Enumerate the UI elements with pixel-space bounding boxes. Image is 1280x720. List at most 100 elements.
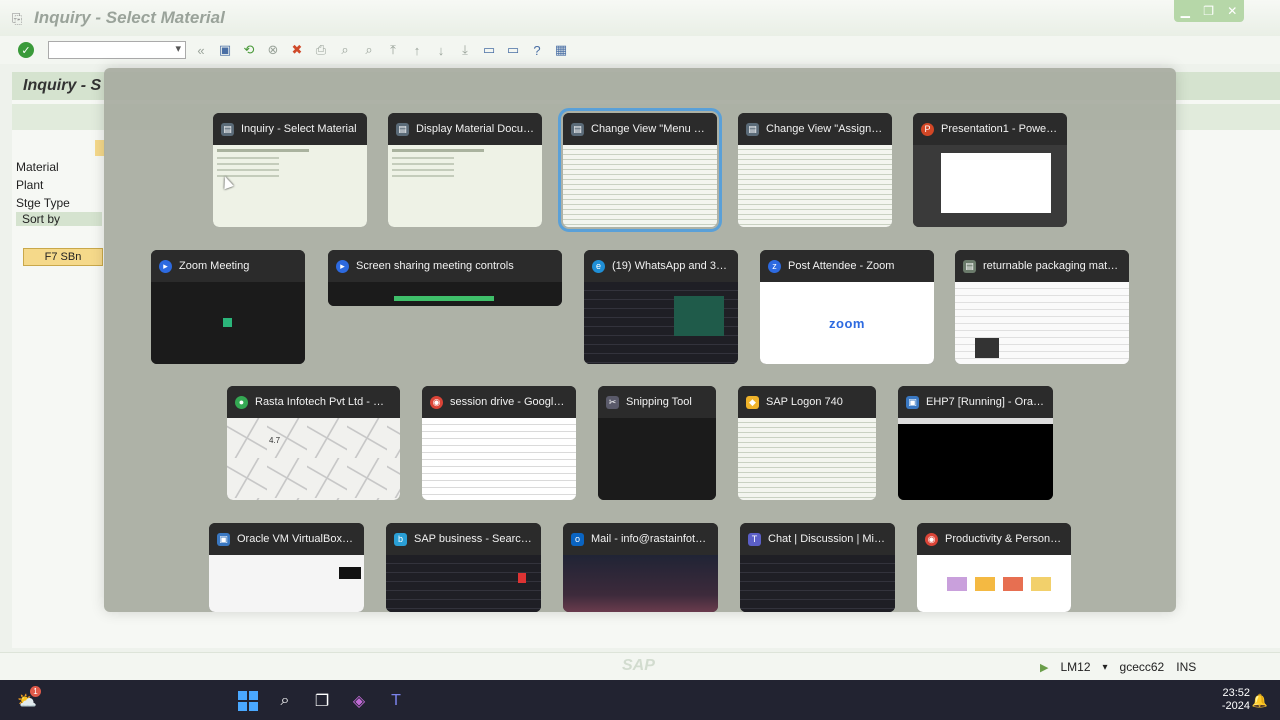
virtualbox-icon: ▣	[217, 532, 230, 546]
chrome-icon: ◉	[925, 532, 938, 546]
layout-menu-icon[interactable]: ▦	[552, 41, 570, 59]
window-thumbnail	[898, 418, 1053, 500]
clock-time: 23:52	[1222, 687, 1250, 699]
edge-icon: e	[592, 259, 605, 273]
window-card[interactable]: ▤ Display Material Docum...	[388, 113, 542, 227]
zoom-app-icon: z	[768, 259, 781, 273]
window-thumbnail	[917, 555, 1071, 612]
collapse-chevron-icon[interactable]: «	[192, 41, 210, 59]
windows-taskbar: ⛅ ⌕ ❐ ◈ T 23:52 -2024 🔔	[0, 680, 1280, 720]
sap-gui-icon: ▤	[746, 122, 759, 136]
window-card[interactable]: ▣ Oracle VM VirtualBox M...	[209, 523, 364, 612]
material-label: Material	[16, 160, 59, 174]
print-icon[interactable]: ⎙	[312, 41, 330, 59]
zoom-icon: ▸	[336, 259, 349, 273]
outlook-icon: o	[571, 532, 584, 546]
save-icon[interactable]: ▣	[216, 41, 234, 59]
window-card[interactable]: ▣ EHP7 [Running] - Oracle...	[898, 386, 1053, 500]
window-card[interactable]: ◉ Productivity & Personali...	[917, 523, 1071, 612]
window-card[interactable]: ▸ Zoom Meeting	[151, 250, 305, 364]
window-card[interactable]: ◉ session drive - Google...	[422, 386, 576, 500]
window-card[interactable]: ● Rasta Infotech Pvt Ltd - Goo... 4.7	[227, 386, 400, 500]
notifications-icon[interactable]: 🔔	[1249, 690, 1271, 712]
window-card[interactable]: ▸ Screen sharing meeting controls	[328, 250, 562, 306]
chrome-icon: ◉	[430, 395, 443, 409]
copilot-icon[interactable]: ◈	[348, 690, 370, 712]
transaction-code: LM12	[1060, 660, 1091, 674]
window-thumbnail	[598, 418, 716, 500]
window-card[interactable]: ◆ SAP Logon 740	[738, 386, 876, 500]
window-thumbnail	[563, 145, 717, 227]
window-card[interactable]: PPresentation1 - PowerPo...	[913, 113, 1067, 227]
enter-check-icon[interactable]: ✓	[18, 42, 34, 58]
window-thumbnail: 4.7	[227, 418, 400, 500]
window-card[interactable]: ✂ Snipping Tool	[598, 386, 716, 500]
sap-status-bar: SAP ▶ LM12 ▾ gcecc62 INS	[0, 652, 1280, 680]
teams-icon: T	[748, 532, 761, 546]
last-page-icon[interactable]: ⤓	[456, 41, 474, 59]
first-page-icon[interactable]: ⤒	[384, 41, 402, 59]
window-controls: ▁ ❐ ✕	[1174, 0, 1244, 22]
window-card-selected[interactable]: ▤ Change View "Menu Sel...	[558, 108, 722, 232]
window-thumbnail	[209, 555, 364, 612]
window-thumbnail	[422, 418, 576, 500]
clock-date: -2024	[1221, 700, 1250, 712]
find-icon[interactable]: ⌕	[336, 41, 354, 59]
minimize-icon[interactable]: ▁	[1181, 4, 1190, 18]
teams-taskbar-icon[interactable]: T	[385, 690, 407, 712]
window-thumbnail	[913, 145, 1067, 227]
window-thumbnail	[386, 555, 541, 612]
next-page-icon[interactable]: ↓	[432, 41, 450, 59]
window-thumbnail	[388, 145, 542, 227]
document-icon: ▤	[963, 259, 976, 273]
window-thumbnail	[328, 282, 562, 306]
start-button[interactable]	[237, 690, 259, 712]
window-thumbnail	[563, 555, 718, 612]
maps-icon: ●	[235, 395, 248, 409]
back-icon[interactable]: ⟲	[240, 41, 258, 59]
window-thumbnail	[213, 145, 367, 227]
clock[interactable]: 23:52 -2024	[1222, 687, 1250, 713]
shortcut-icon[interactable]: ▭	[504, 41, 522, 59]
window-card[interactable]: ▤ Inquiry - Select Material	[213, 113, 367, 227]
plant-label: Plant	[16, 178, 44, 192]
sap-logo: SAP	[622, 657, 655, 674]
sap-logon-icon: ◆	[746, 395, 759, 409]
window-card[interactable]: z Post Attendee - Zoom zoom	[760, 250, 934, 364]
powerpoint-icon: P	[921, 122, 934, 136]
insert-mode: INS	[1176, 660, 1197, 674]
window-thumbnail	[955, 282, 1129, 364]
session-icon: ⎘	[12, 11, 23, 26]
window-thumbnail	[738, 418, 876, 500]
command-field[interactable]	[48, 41, 186, 59]
exit-icon[interactable]: ⊗	[264, 41, 282, 59]
search-icon[interactable]: ⌕	[274, 690, 296, 712]
window-title: Inquiry - Select Material	[34, 8, 225, 27]
map-rating: 4.7	[269, 436, 281, 445]
virtualbox-icon: ▣	[906, 395, 919, 409]
f7-sbin-button[interactable]: F7 SBn	[23, 248, 103, 266]
play-icon[interactable]: ▶	[1040, 661, 1048, 674]
cancel-icon[interactable]: ✖	[288, 41, 306, 59]
window-card[interactable]: o Mail - info@rastainfotec...	[563, 523, 718, 612]
maximize-icon[interactable]: ❐	[1203, 4, 1214, 18]
zoom-icon: ▸	[159, 259, 172, 273]
previous-page-icon[interactable]: ↑	[408, 41, 426, 59]
server-name: gcecc62	[1119, 660, 1165, 674]
new-session-icon[interactable]: ▭	[480, 41, 498, 59]
sap-title-bar: ⎘ Inquiry - Select Material	[0, 0, 1280, 36]
window-card[interactable]: e (19) WhatsApp and 39...	[584, 250, 738, 364]
window-card[interactable]: T Chat | Discussion | Micr...	[740, 523, 895, 612]
help-icon[interactable]: ?	[528, 41, 546, 59]
window-card[interactable]: ▤ Change View "Assignm...	[738, 113, 892, 227]
window-thumbnail	[584, 282, 738, 364]
zoom-logo: zoom	[829, 315, 865, 331]
dropdown-icon[interactable]: ▾	[1103, 662, 1108, 673]
task-view-icon[interactable]: ❐	[311, 690, 333, 712]
close-icon[interactable]: ✕	[1227, 4, 1237, 18]
window-card[interactable]: bSAP business - Search R...	[386, 523, 541, 612]
window-card[interactable]: ▤ returnable packaging mater...	[955, 250, 1129, 364]
screen-title: Inquiry - S	[23, 77, 102, 94]
find-next-icon[interactable]: ⌕	[360, 41, 378, 59]
bing-icon: b	[394, 532, 407, 546]
